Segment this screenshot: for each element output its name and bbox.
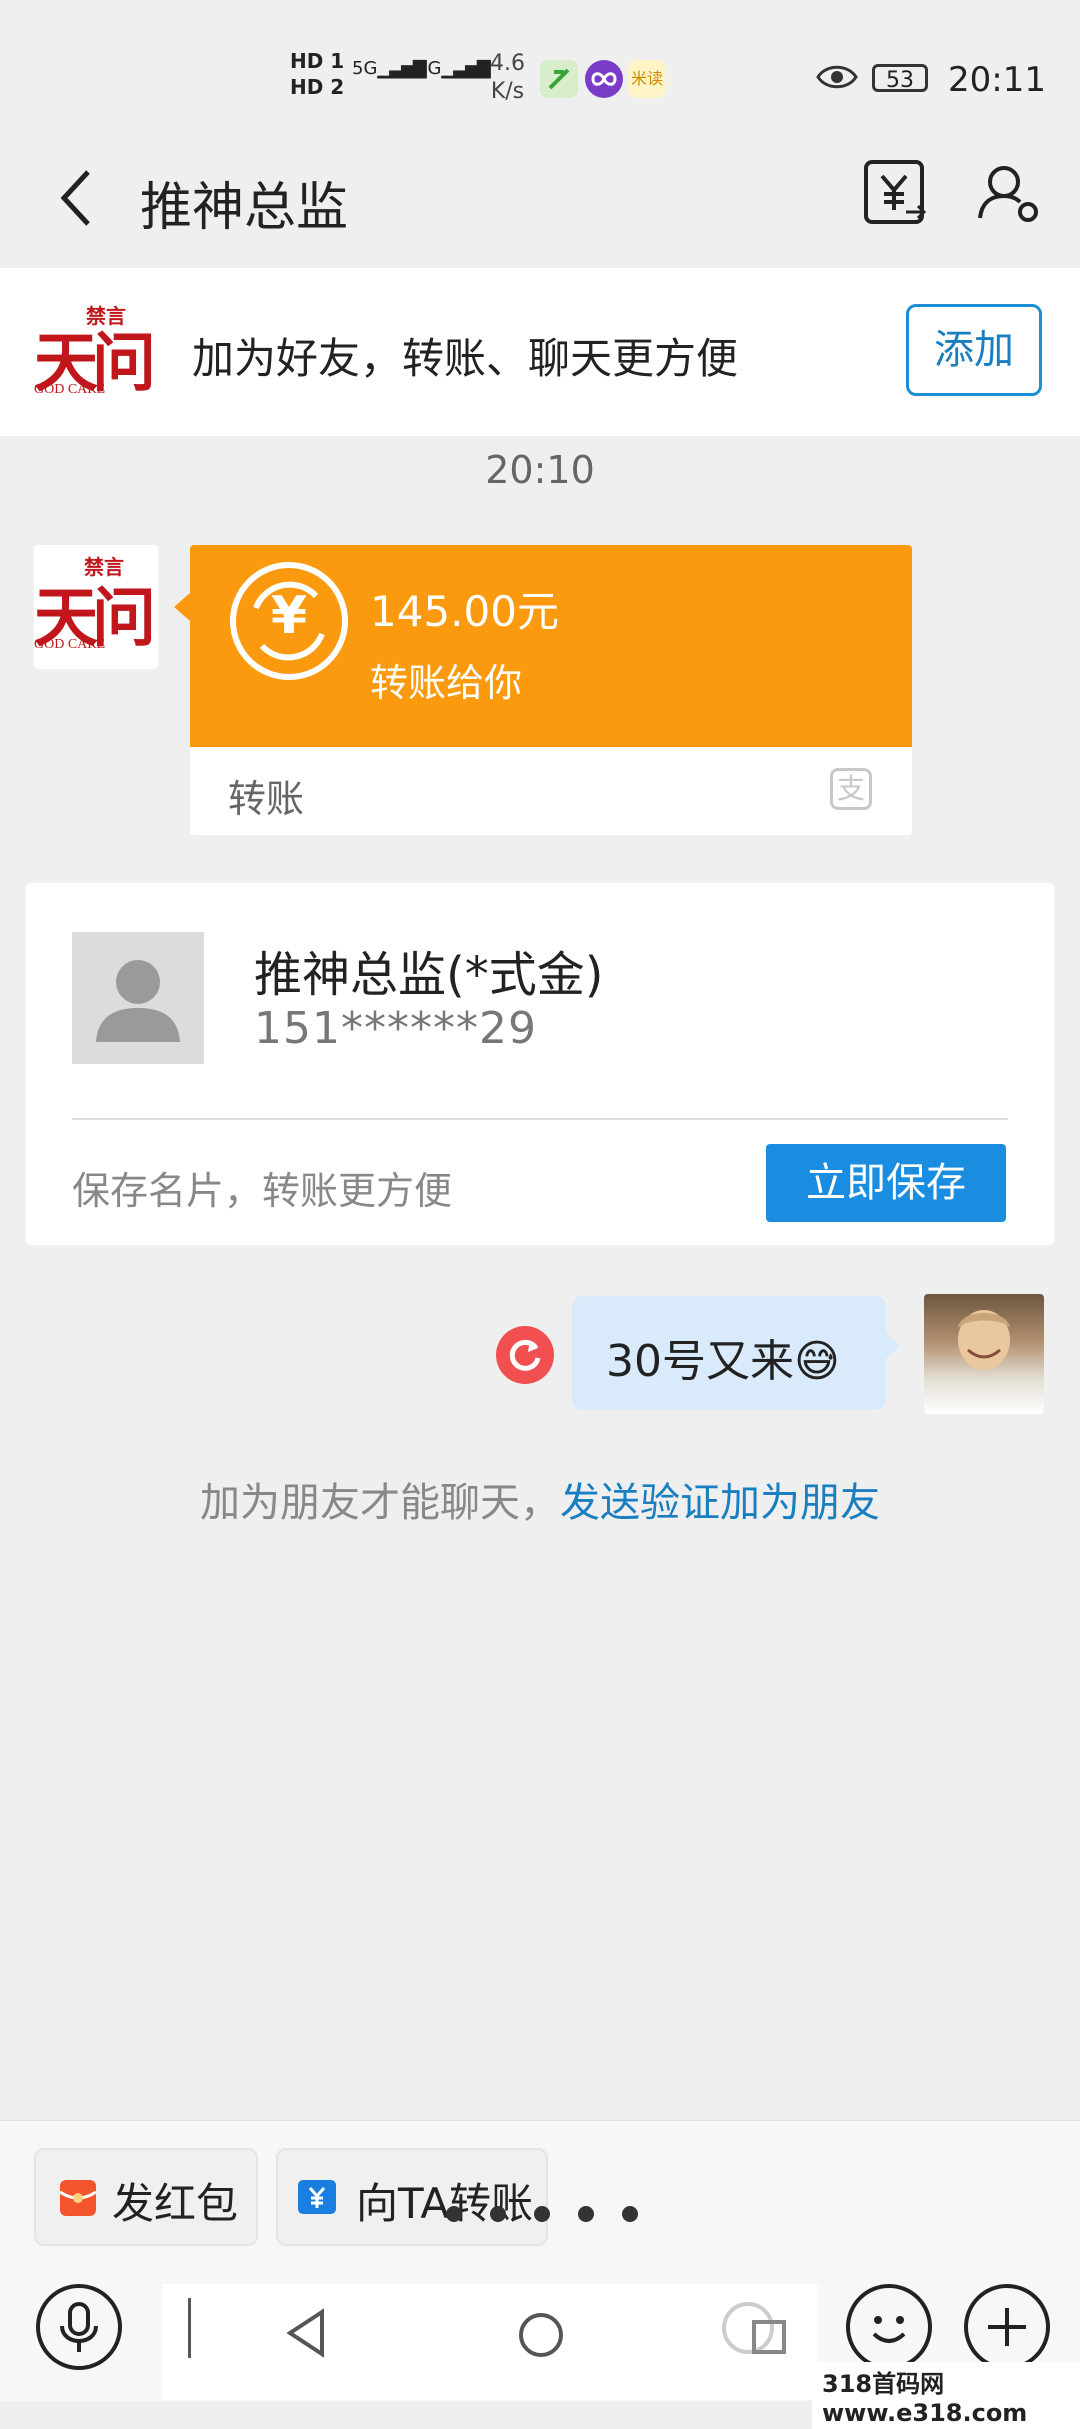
midu-app-icon: 米读: [628, 60, 666, 98]
more-button[interactable]: [964, 2284, 1050, 2370]
page-dot: [578, 2206, 594, 2222]
plus-icon: [988, 2308, 1026, 2346]
contact-name: 推神总监(*式金): [254, 947, 604, 1003]
contact-profile-button[interactable]: [974, 158, 1044, 228]
red-packet-icon: [59, 2180, 97, 2216]
banner-text: 加为好友，转账、聊天更方便: [192, 334, 739, 383]
page-indicator: [446, 2206, 666, 2226]
square-recents-icon: [722, 2302, 786, 2354]
bubble-tail: [886, 1333, 900, 1359]
circle-home-icon: [519, 2313, 563, 2357]
add-friend-button[interactable]: 添加: [906, 304, 1042, 396]
transfer-to-button[interactable]: 向TA转账: [276, 2148, 548, 2246]
nav-back-button[interactable]: [284, 2308, 328, 2362]
red-packet-button[interactable]: 发红包: [34, 2148, 258, 2246]
battery-icon: 53: [872, 64, 928, 93]
back-arrow-icon: [60, 170, 90, 226]
nav-recents-button[interactable]: [720, 2300, 792, 2370]
transfer-amount: 145.00元: [370, 587, 559, 636]
my-avatar[interactable]: [924, 1294, 1044, 1414]
microphone-icon: [60, 2302, 98, 2352]
nav-home-button[interactable]: [516, 2310, 566, 2364]
sender-avatar[interactable]: 禁言 天问 GOD CARE: [34, 545, 158, 669]
signal-4g-icon: 4G▁▃▅▇: [416, 58, 491, 79]
app-notification-icon: [540, 60, 578, 98]
default-avatar-icon: [72, 932, 204, 1064]
signal-5g-icon: 5G▁▃▅▇: [352, 58, 427, 79]
transfer-card-tail: [174, 593, 190, 621]
page-dot: [446, 2206, 462, 2222]
emoji-button[interactable]: [846, 2284, 932, 2370]
user-settings-icon: [978, 166, 1038, 222]
message-timestamp: 20:10: [485, 448, 595, 492]
smiley-icon: [872, 2316, 906, 2343]
transfer-label: 转账: [228, 777, 305, 821]
triangle-back-icon: [286, 2308, 324, 2358]
my-message-text: 30号又来😅: [606, 1336, 840, 1387]
transfer-button[interactable]: [862, 158, 932, 228]
page-dot: [490, 2206, 506, 2222]
resend-icon[interactable]: [496, 1326, 554, 1384]
back-button[interactable]: [52, 168, 102, 228]
save-card-button[interactable]: 立即保存: [766, 1144, 1006, 1222]
clock: 20:11: [948, 60, 1046, 100]
hd-indicator: HD 1 HD 2: [290, 49, 345, 99]
transfer-subtitle: 转账给你: [370, 661, 523, 705]
page-dot: [534, 2206, 550, 2222]
page-dot: [622, 2206, 638, 2222]
chat-title: 推神总监: [140, 178, 349, 238]
contact-phone: 151******29: [254, 1003, 537, 1054]
watermark: 318首码网 www.e318.com: [812, 2362, 1080, 2429]
eye-icon: [816, 62, 858, 96]
alipay-icon: 支: [830, 768, 872, 810]
system-message: 加为朋友才能聊天，发送验证加为朋友: [200, 1480, 880, 1526]
red-packet-label: 发红包: [112, 2179, 239, 2228]
transfer-coin-icon: ¥: [230, 562, 348, 680]
save-card-hint: 保存名片，转账更方便: [72, 1169, 453, 1213]
transfer-icon: [864, 160, 927, 224]
voice-input-button[interactable]: [36, 2284, 122, 2370]
contact-logo: 禁言 天问 GOD CARE: [34, 298, 160, 402]
transfer-ticket-icon: [298, 2180, 336, 2214]
infinity-app-icon: [585, 60, 623, 98]
send-verification-link[interactable]: 发送验证加为朋友: [560, 1480, 880, 1526]
network-speed: 4.6 K/s: [490, 51, 525, 104]
text-cursor: [188, 2298, 191, 2358]
card-divider: [72, 1118, 1008, 1120]
